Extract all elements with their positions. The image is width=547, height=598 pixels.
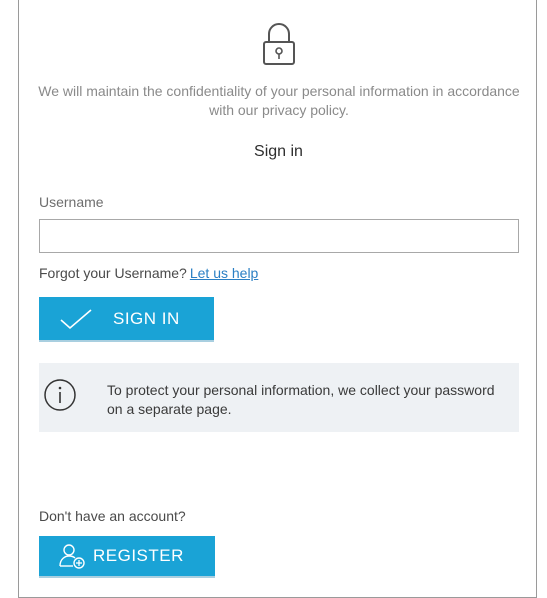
no-account-prompt: Don't have an account? [39, 508, 186, 524]
sign-in-button[interactable]: SIGN IN [39, 297, 214, 340]
padlock-icon [259, 20, 299, 70]
let-us-help-link[interactable]: Let us help [190, 265, 259, 281]
info-text: To protect your personal information, we… [107, 382, 495, 417]
sign-in-label: SIGN IN [113, 308, 180, 328]
page-title: Sign in [254, 143, 303, 160]
username-input[interactable] [39, 219, 519, 253]
username-label: Username [39, 194, 104, 210]
checkmark-icon [59, 308, 93, 330]
register-button[interactable]: REGISTER [39, 536, 215, 576]
add-user-icon [57, 542, 87, 570]
info-notice: To protect your personal information, we… [39, 363, 519, 432]
privacy-notice: We will maintain the confidentiality of … [38, 83, 520, 118]
info-icon [43, 378, 77, 412]
signin-panel: We will maintain the confidentiality of … [18, 0, 537, 598]
register-label: REGISTER [93, 546, 184, 565]
forgot-username-row: Forgot your Username? Let us help [39, 265, 258, 281]
forgot-username-text: Forgot your Username? [39, 265, 187, 281]
